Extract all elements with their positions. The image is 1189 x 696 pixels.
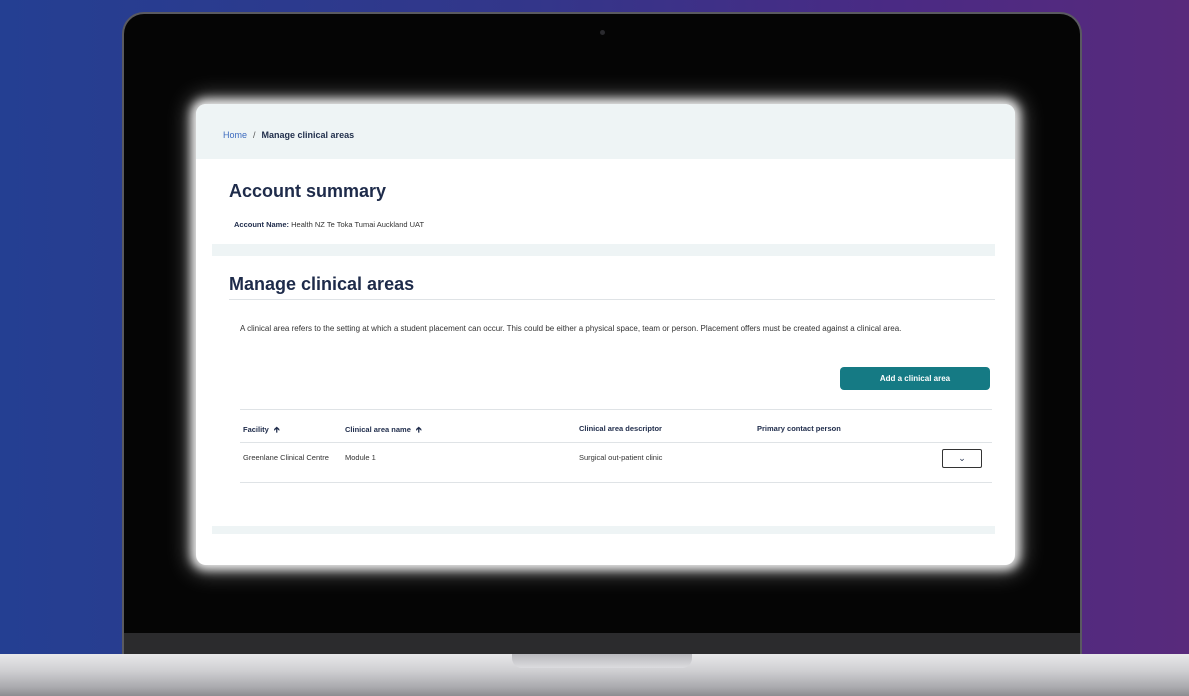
column-header-primary-contact: Primary contact person (757, 424, 841, 433)
arrow-up-icon[interactable]: 🡱 (416, 425, 422, 434)
cell-clinical-area-name: Module 1 (345, 453, 376, 462)
laptop-notch (512, 654, 692, 668)
arrow-up-icon[interactable]: 🡱 (274, 425, 280, 434)
account-name-label: Account Name: (234, 220, 290, 229)
account-name-value: Health NZ Te Toka Tumai Auckland UAT (291, 220, 425, 229)
account-summary-title: Account summary (229, 181, 387, 201)
cell-descriptor: Surgical out-patient clinic (579, 453, 663, 462)
section-gap (212, 244, 995, 256)
column-header-clinical-area-name[interactable]: Clinical area name 🡱 (345, 424, 422, 438)
table-top-border (240, 409, 992, 410)
camera-dot (600, 30, 605, 35)
column-header-name-label: Clinical area name (345, 425, 411, 434)
column-header-facility-label: Facility (243, 425, 269, 434)
account-summary-card: Account summary Account Name: Health NZ … (212, 159, 995, 244)
table-row-border (240, 482, 992, 483)
column-header-facility[interactable]: Facility 🡱 (243, 424, 280, 438)
table-header-border (240, 442, 992, 443)
cell-facility: Greenlane Clinical Centre (243, 453, 329, 462)
manage-clinical-areas-card: Manage clinical areas A clinical area re… (212, 256, 995, 526)
app-screen: Home / Manage clinical areas Account summa… (196, 104, 1015, 565)
section-gap-bottom (212, 526, 995, 534)
column-header-descriptor: Clinical area descriptor (579, 424, 662, 433)
breadcrumb-current: Manage clinical areas (261, 130, 355, 140)
chevron-down-icon: ⌄ (958, 453, 966, 463)
add-clinical-area-button[interactable]: Add a clinical area (840, 367, 990, 390)
account-name: Account Name: Health NZ Te Toka Tumai Au… (234, 220, 424, 229)
footer-card (212, 534, 995, 565)
breadcrumb-bar: Home / Manage clinical areas (196, 104, 1015, 159)
breadcrumb: Home / Manage clinical areas (223, 130, 354, 140)
breadcrumb-home-link[interactable]: Home (223, 130, 247, 140)
title-divider (229, 299, 995, 300)
manage-description: A clinical area refers to the setting at… (240, 324, 902, 333)
row-expand-button[interactable]: ⌄ (942, 449, 982, 468)
breadcrumb-separator: / (253, 130, 256, 140)
manage-title: Manage clinical areas (229, 274, 415, 294)
